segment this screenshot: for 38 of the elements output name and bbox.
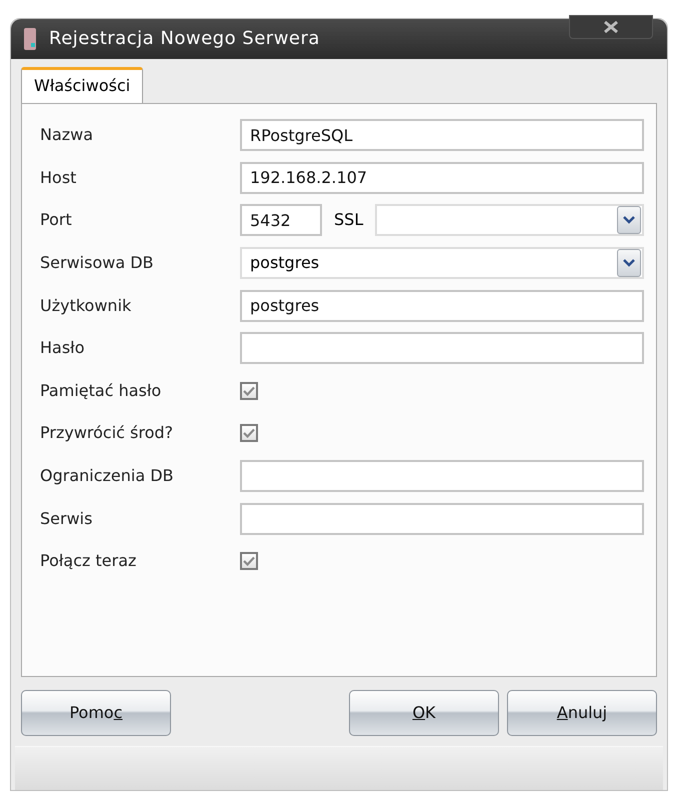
- dialog-button[interactable]: Pomoc: [21, 690, 171, 736]
- field-label: Hasło: [40, 337, 86, 360]
- field-label: Połącz teraz: [40, 550, 138, 572]
- dropdown-button[interactable]: [617, 206, 641, 234]
- field-label: Host: [40, 166, 78, 189]
- checkbox[interactable]: [240, 424, 258, 442]
- caret-icon: [623, 259, 635, 268]
- dialog-button[interactable]: OK: [349, 690, 499, 736]
- text-field[interactable]: [240, 502, 644, 535]
- ssl-label: SSL: [334, 209, 364, 232]
- dialog-button[interactable]: Anuluj: [507, 690, 657, 736]
- close-icon: [603, 21, 619, 33]
- text-field[interactable]: RPostgreSQL: [240, 119, 644, 152]
- checkmark-icon: [243, 386, 255, 396]
- close-button[interactable]: [569, 15, 653, 39]
- field-label: Ograniczenia DB: [40, 464, 175, 487]
- window-title: Rejestracja Nowego Serwera: [49, 27, 320, 52]
- field-label: Serwisowa DB: [40, 252, 155, 274]
- field-label: Port: [40, 209, 73, 232]
- dropdown-button[interactable]: [617, 249, 641, 278]
- field-label: Nazwa: [40, 124, 94, 146]
- checkbox[interactable]: [240, 552, 258, 570]
- text-field[interactable]: [240, 460, 644, 492]
- dropdown-field[interactable]: postgres: [240, 247, 644, 280]
- app-icon: [23, 26, 37, 51]
- caret-icon: [623, 216, 635, 224]
- field-label: Użytkownik: [40, 294, 132, 317]
- port-field[interactable]: 5432: [240, 204, 322, 236]
- field-label: Serwis: [40, 508, 94, 530]
- field-label: Pamiętać hasło: [40, 380, 162, 402]
- field-label: Przywrócić środ?: [40, 422, 174, 444]
- text-field[interactable]: [240, 332, 644, 364]
- text-field[interactable]: 192.168.2.107: [240, 162, 644, 194]
- checkbox[interactable]: [240, 382, 258, 400]
- checkmark-icon: [243, 556, 255, 566]
- tab[interactable]: Właściwości: [21, 66, 144, 103]
- checkmark-icon: [243, 428, 255, 438]
- text-field[interactable]: postgres: [240, 290, 644, 322]
